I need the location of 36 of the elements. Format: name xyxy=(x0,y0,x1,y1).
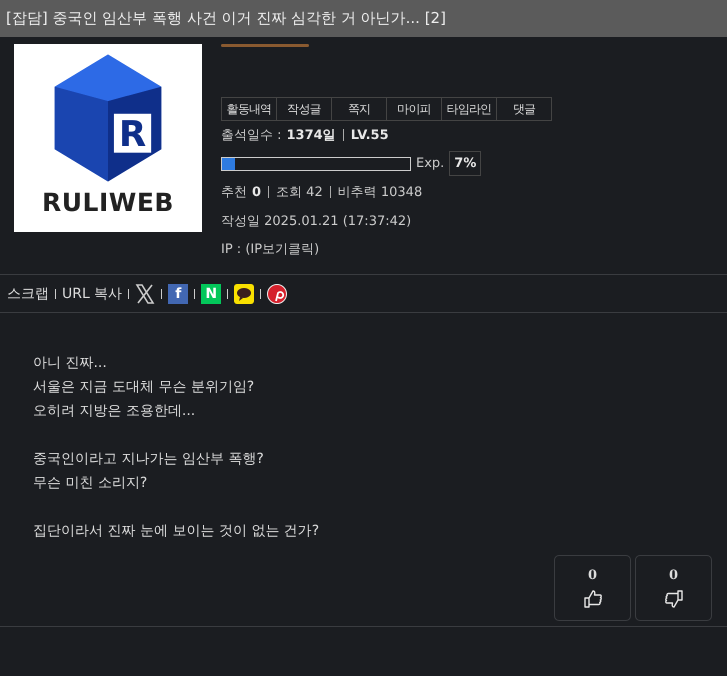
attendance-label: 출석일수 : xyxy=(221,127,282,144)
post-text-line: 아니 진짜... xyxy=(33,354,108,373)
recommend-label: 추천 xyxy=(221,184,247,202)
recommend-count: 0 xyxy=(252,184,262,200)
post-title: [잡담] 중국인 임산부 폭행 사건 이거 진짜 심각한 거 아닌가... [2] xyxy=(6,9,446,28)
x-share-icon[interactable] xyxy=(135,284,156,304)
profile-tab[interactable]: 작성글 xyxy=(277,98,332,120)
post-date: 작성일 2025.01.21 (17:37:42) xyxy=(221,212,412,230)
pin-icon[interactable] xyxy=(267,284,288,304)
profile-tab[interactable]: 마이피 xyxy=(387,98,442,120)
ip-link[interactable]: IP : (IP보기클릭) xyxy=(221,240,320,258)
profile-tab[interactable]: 활동내역 xyxy=(222,98,277,120)
post-text-line: 서울은 지금 도대체 무슨 분위기임? xyxy=(33,378,256,397)
post-text-line: 무슨 미친 소리지? xyxy=(33,474,148,493)
profile-tab[interactable]: 댓글 xyxy=(497,98,551,120)
exp-percent: 7% xyxy=(449,151,482,176)
thumbs-up-icon xyxy=(582,588,602,608)
post-text-line: 중국인이라고 지나가는 임산부 폭행? xyxy=(33,450,265,469)
exp-label: Exp. xyxy=(416,156,444,172)
dislike-button[interactable]: 0 xyxy=(635,555,712,621)
level-text: LV.55 xyxy=(350,128,389,143)
post-text-line: 집단이라서 진짜 눈에 보이는 것이 없는 건가? xyxy=(33,522,320,541)
attendance-value: 1374일 xyxy=(286,127,336,144)
cube-logo-icon: R xyxy=(53,54,163,182)
share-link[interactable]: URL 복사 xyxy=(62,284,122,302)
profile-tab[interactable]: 쪽지 xyxy=(332,98,387,120)
nonrecommend-count: 비추력 10348 xyxy=(338,184,422,202)
post-text-line: 오히려 지방은 조용한데... xyxy=(33,402,196,421)
profile-tab[interactable]: 타임라인 xyxy=(442,98,497,120)
thumbs-down-icon xyxy=(664,588,684,608)
share-link[interactable]: 스크랩 xyxy=(7,284,49,302)
speech-bubble-icon[interactable] xyxy=(234,284,254,304)
like-button[interactable]: 0 xyxy=(554,555,631,621)
view-count: 조회 42 xyxy=(276,184,323,202)
facebook-share-icon[interactable]: f xyxy=(168,284,188,304)
logo-text: RULIWEB xyxy=(42,188,174,217)
